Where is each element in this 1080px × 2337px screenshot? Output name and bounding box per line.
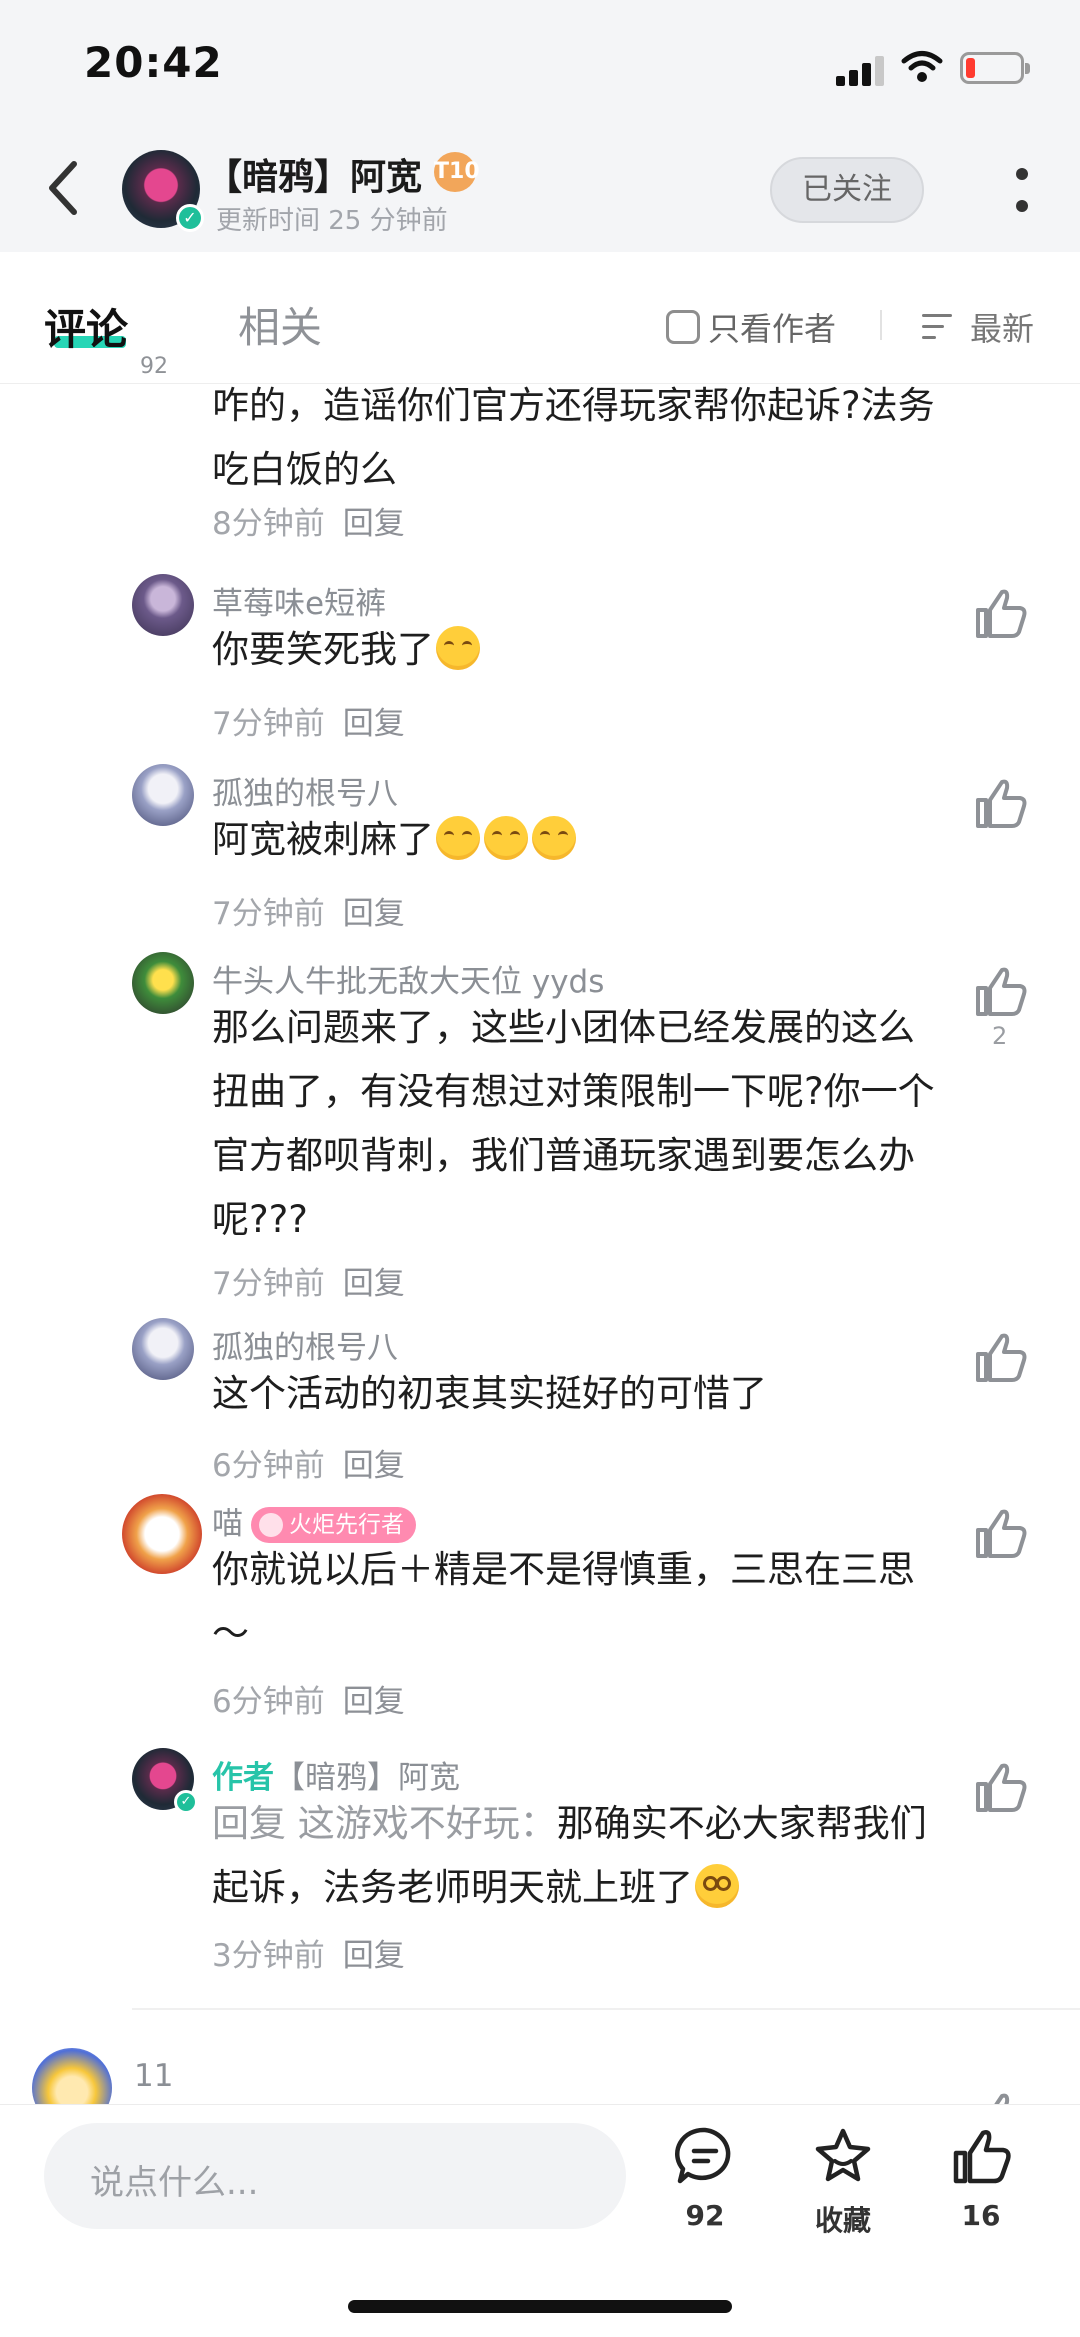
commenter-avatar[interactable] [122,1494,202,1574]
divider [132,2008,1080,2010]
sort-button[interactable]: 最新 [922,304,1034,350]
author-tag: 作者 [212,1760,274,1796]
follow-button[interactable]: 已关注 [770,157,924,223]
comment-text: 这个活动的初衷其实挺好的可惜了 [212,1372,767,1415]
like-icon[interactable] [972,586,1028,640]
author-avatar[interactable]: ✓ [122,150,204,232]
reply-button[interactable]: 回复 [343,1684,405,1720]
like-icon[interactable] [972,2090,1028,2104]
comment-list: 咋的，造谣你们官方还得玩家帮你起诉?法务吃白饭的么 8分钟前 回复 草莓味e短裤 … [0,384,1080,2104]
like-icon[interactable] [972,1330,1028,1384]
like-icon[interactable] [972,1760,1028,1814]
verified-icon: ✓ [174,1790,198,1814]
comment-button[interactable]: 92 [660,2125,750,2232]
reply-button[interactable]: 回复 [343,506,405,542]
comment-time: 3分钟前 [212,1938,325,1974]
tab-bar: 评论 92 相关 只看作者 最新 [0,252,1080,384]
signal-icon [836,54,886,86]
top-bar: 20:42 ✓ 【暗鸦】阿宽 T10 更新时间 25 分钟前 已关注 [0,0,1080,252]
back-button[interactable] [40,152,88,224]
comment-meta: 7分钟前 回复 [212,698,405,743]
update-time: 更新时间 25 分钟前 [216,206,448,236]
favorite-button[interactable]: 收藏 [798,2125,888,2239]
laughing-emoji-icon [436,626,480,670]
comment-input-placeholder: 说点什么... [90,2163,259,2203]
like-icon[interactable] [972,776,1028,830]
comment-meta: 6分钟前 回复 [212,1440,405,1485]
favorite-label: 收藏 [814,2204,871,2237]
comment-meta: 6分钟前 回复 [212,1676,405,1721]
commenter-name-text[interactable]: 喵 [212,1506,243,1542]
smirk-emoji-icon [436,816,480,860]
checkbox-icon[interactable] [666,310,700,344]
reply-button[interactable]: 回复 [343,706,405,742]
home-indicator [348,2300,732,2313]
comment-input[interactable]: 说点什么... [44,2123,626,2229]
commenter-name: 作者【暗鸦】阿宽 [212,1752,460,1797]
sort-label: 最新 [970,310,1035,348]
comment-text: 你就说以后＋精是不是得慎重，三思在三思～ [212,1548,915,1655]
reply-button[interactable]: 回复 [343,1448,405,1484]
reply-prefix: 回复 这游戏不好玩： [212,1802,557,1845]
like-button[interactable]: 16 [936,2125,1026,2232]
commenter-name[interactable]: 11 [134,2058,173,2094]
author-only-toggle[interactable]: 只看作者 [666,304,836,350]
wifi-icon [901,51,943,82]
tab-comments[interactable]: 评论 92 [44,296,168,379]
star-icon [815,2128,871,2182]
battery-icon [960,52,1030,84]
comment-text: 咋的，造谣你们官方还得玩家帮你起诉?法务吃白饭的么 [212,384,935,491]
comment-meta: 3分钟前 回复 [212,1930,405,1975]
comment-meta: 8分钟前 回复 [212,498,405,543]
commenter-avatar[interactable]: ✓ [132,1748,198,1814]
divider [880,310,882,340]
comment-meta: 7分钟前 回复 [212,888,405,933]
commenter-avatar[interactable] [132,952,194,1014]
commenter-name[interactable]: 牛头人牛批无敌大天位 yyds [212,956,604,1001]
status-time: 20:42 [84,38,223,87]
commenter-avatar[interactable] [132,764,194,826]
like-icon[interactable] [972,1506,1028,1560]
reply-button[interactable]: 回复 [343,1938,405,1974]
comment-text: 那么问题来了，这些小团体已经发展的这么扭曲了，有没有想过对策限制一下呢?你一个官… [212,1006,935,1241]
comment-meta: 7分钟前 回复 [212,1258,405,1303]
sort-icon [922,312,956,342]
tab-comments-label: 评论 [44,305,129,354]
comment-text: 回复 这游戏不好玩：那确实不必大家帮我们起诉，法务老师明天就上班了 [212,1802,927,1909]
author-only-label: 只看作者 [708,310,837,348]
comment-time: 7分钟前 [212,1266,325,1302]
comment-time: 6分钟前 [212,1684,325,1720]
reply-button[interactable]: 回复 [343,1266,405,1302]
level-badge: T10 [434,152,480,192]
like-count: 16 [961,2199,1001,2232]
comment-time: 6分钟前 [212,1448,325,1484]
commenter-name[interactable]: 孤独的根号八 [212,1322,398,1367]
like-count: 2 [992,1022,1008,1050]
reply-button[interactable]: 回复 [343,896,405,932]
comment-text: 阿宽被刺麻了 [212,808,942,872]
smirk-emoji-icon [532,816,576,860]
comment-count: 92 [685,2199,725,2232]
like-icon[interactable] [972,964,1028,1018]
comment-icon [675,2127,731,2184]
like-icon [953,2130,1011,2184]
commenter-avatar[interactable] [132,574,194,636]
more-options-button[interactable] [1012,166,1032,216]
comment-time: 8分钟前 [212,506,325,542]
surprised-emoji-icon [695,1864,739,1908]
commenter-avatar[interactable] [132,1318,194,1380]
tab-related[interactable]: 相关 [238,294,322,355]
comment-time: 7分钟前 [212,706,325,742]
commenter-name[interactable]: 孤独的根号八 [212,768,398,813]
author-name[interactable]: 【暗鸦】阿宽 [206,148,422,200]
commenter-name-text[interactable]: 【暗鸦】阿宽 [274,1760,460,1796]
commenter-name[interactable]: 草莓味e短裤 [212,578,386,623]
comment-text: 你要笑死我了 [212,618,942,682]
commenter-avatar[interactable] [32,2048,112,2104]
comments-count: 92 [140,354,168,379]
verified-icon: ✓ [176,204,204,232]
comment-time: 7分钟前 [212,896,325,932]
smirk-emoji-icon [484,816,528,860]
commenter-name: 喵火炬先行者 [212,1498,416,1543]
